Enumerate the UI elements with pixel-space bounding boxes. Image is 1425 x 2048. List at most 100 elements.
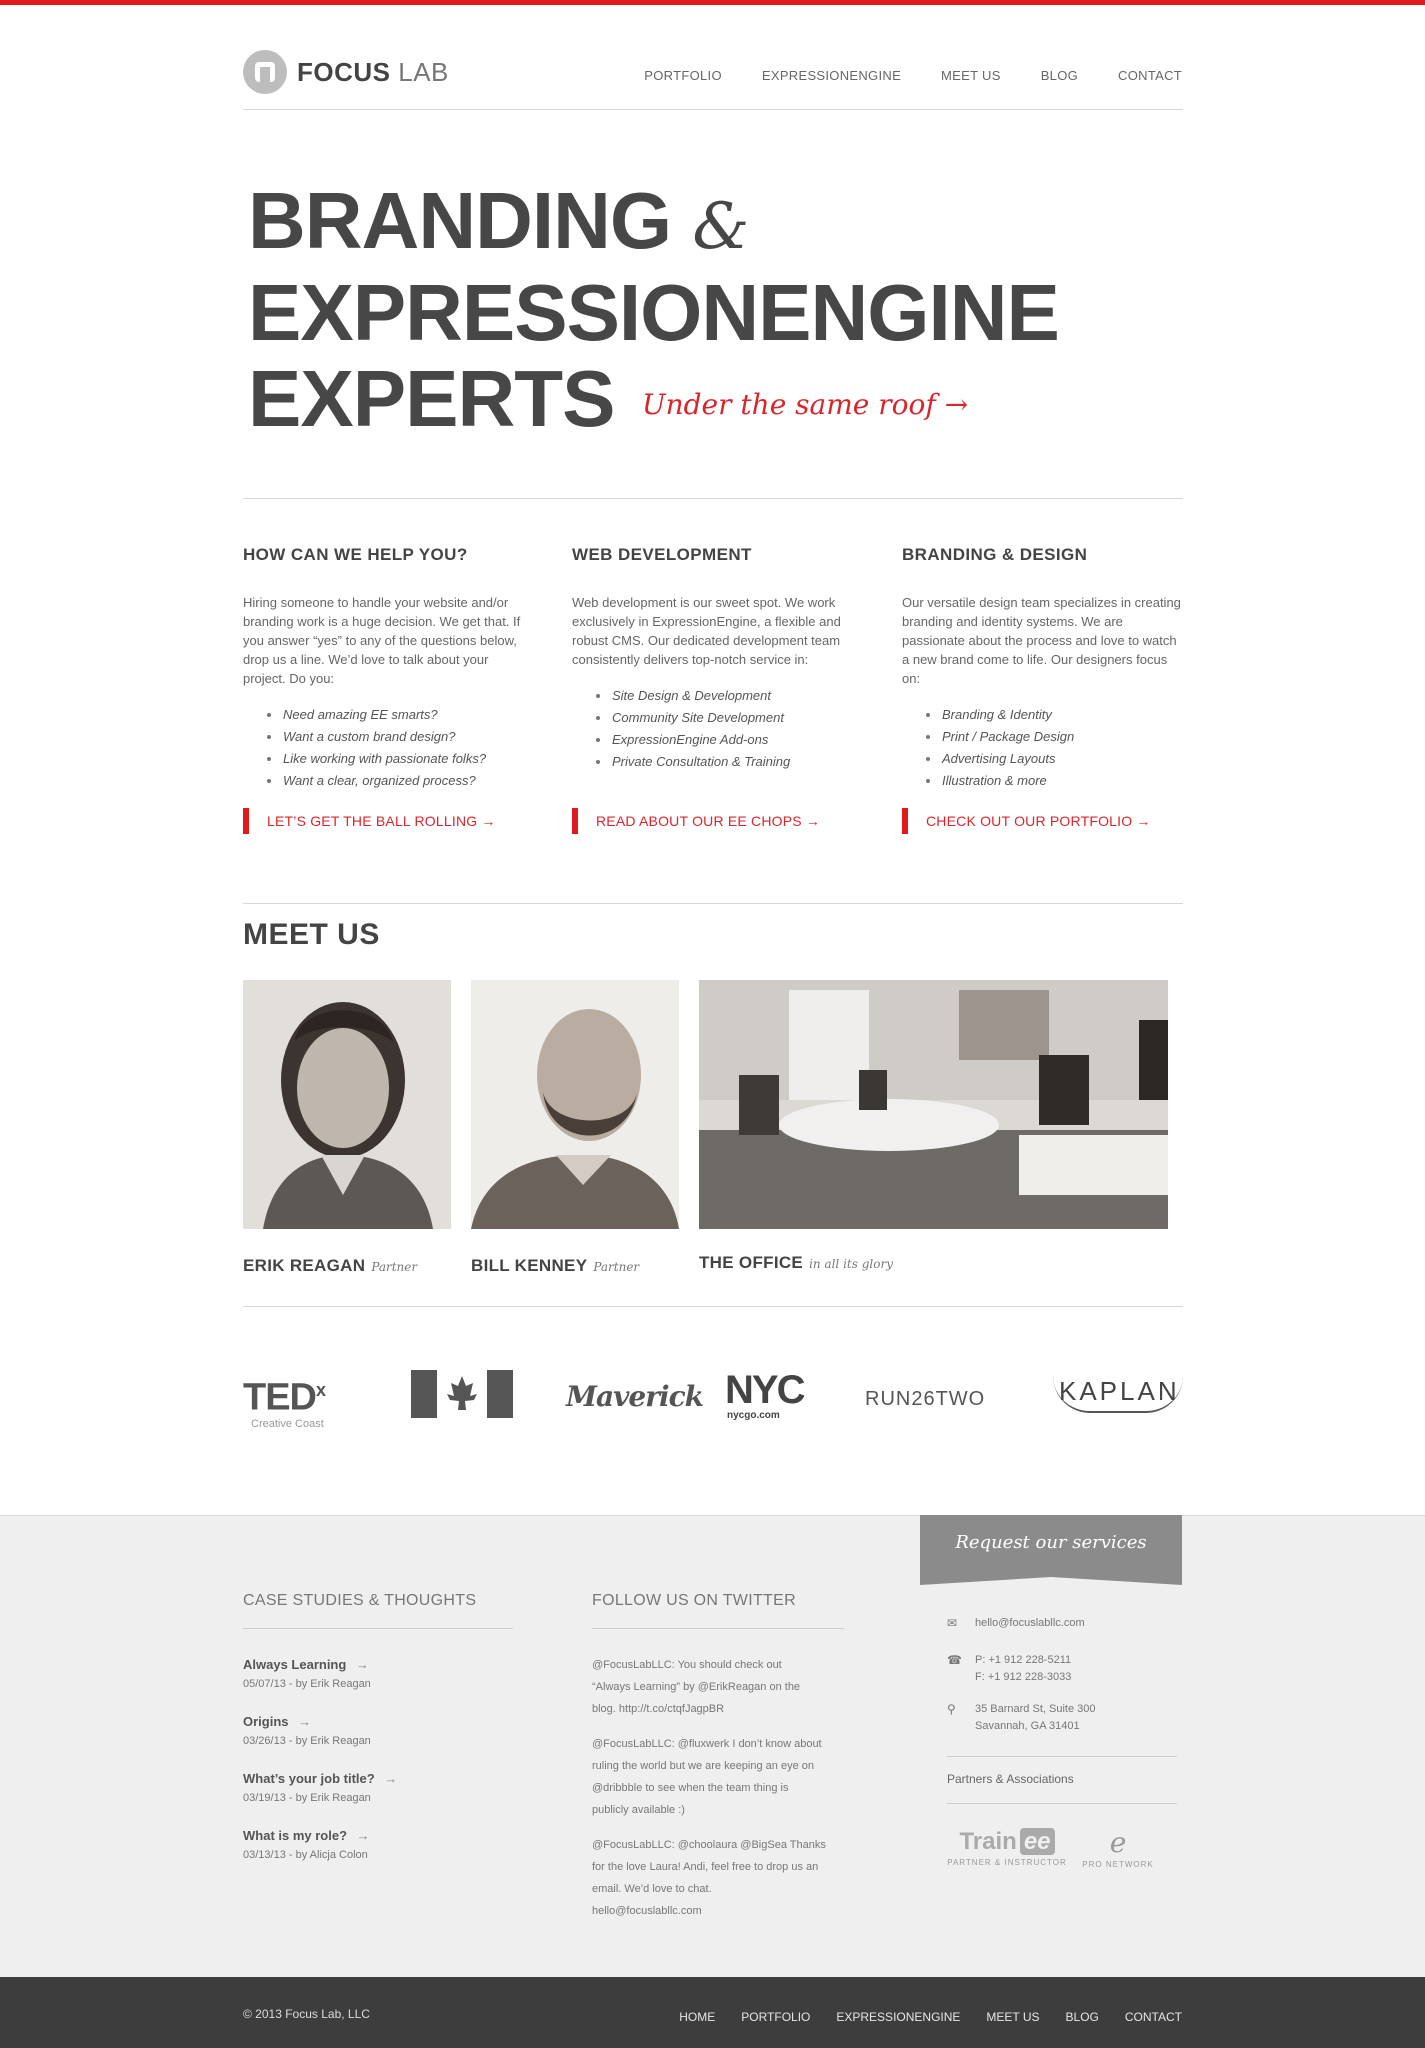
partners-title: Partners & Associations <box>947 1772 1074 1786</box>
person-name: ERIK REAGAN <box>243 1256 366 1275</box>
footer-nav: HOME PORTFOLIO EXPRESSIONENGINE MEET US … <box>679 2010 1182 2024</box>
twitter-title: FOLLOW US ON TWITTER <box>592 1592 796 1609</box>
list-item: ExpressionEngine Add-ons <box>596 729 852 751</box>
post-item[interactable]: What’s your job title? 03/19/13 - by Eri… <box>243 1771 397 1804</box>
list-item: Need amazing EE smarts? <box>267 704 523 726</box>
top-accent-bar <box>0 0 1425 5</box>
client-logos: TEDx Creative Coast Maverick NYC nycgo.c… <box>243 1370 1183 1430</box>
person-name: BILL KENNEY <box>471 1256 588 1275</box>
tweet: @FocusLabLLC: @choolaura @BigSea Thanks … <box>592 1839 826 1917</box>
case-studies-rule <box>243 1628 513 1629</box>
column-title: HOW CAN WE HELP YOU? <box>243 545 468 564</box>
photo-erik-reagan[interactable] <box>243 980 451 1229</box>
column-list: Branding & Identity Print / Package Desi… <box>926 704 1182 792</box>
caption-bill: BILL KENNEY Partner <box>471 1256 639 1276</box>
nav-contact[interactable]: CONTACT <box>1118 68 1182 83</box>
envelope-icon: ✉ <box>947 1616 958 1630</box>
focus-lab-logo[interactable]: FOCUS LAB <box>243 50 449 94</box>
column-title: WEB DEVELOPMENT <box>572 545 752 564</box>
nav-blog[interactable]: BLOG <box>1041 68 1078 83</box>
person-role: Partner <box>371 1260 418 1274</box>
tweet: @FocusLabLLC: You should check out “Alwa… <box>592 1659 801 1715</box>
contact-email[interactable]: ✉ hello@focuslabllc.com <box>947 1615 1085 1632</box>
hero-ampersand: & <box>692 190 749 264</box>
caption-office: THE OFFICE in all its glory <box>699 1253 893 1273</box>
office-caption: in all its glory <box>809 1257 893 1271</box>
list-item: Branding & Identity <box>926 704 1182 726</box>
column-title: BRANDING & DESIGN <box>902 545 1088 564</box>
post-meta: 03/19/13 - by Erik Reagan <box>243 1792 371 1804</box>
request-services-button[interactable]: Request our services <box>920 1515 1182 1585</box>
pro-network-badge[interactable]: e PRO NETWORK <box>1078 1828 1158 1870</box>
caption-erik: ERIK REAGAN Partner <box>243 1256 417 1276</box>
post-item[interactable]: Always Learning 05/07/13 - by Erik Reaga… <box>243 1657 371 1690</box>
footer-nav-contact[interactable]: CONTACT <box>1125 2010 1182 2024</box>
list-item: Community Site Development <box>596 707 852 729</box>
phone-icon: ☎ <box>947 1653 962 1667</box>
footer-nav-home[interactable]: HOME <box>679 2010 715 2024</box>
post-item[interactable]: Origins 03/26/13 - by Erik Reagan <box>243 1714 371 1747</box>
photo-the-office[interactable] <box>699 980 1168 1229</box>
footer-nav-meet-us[interactable]: MEET US <box>986 2010 1039 2024</box>
map-pin-icon: ⚲ <box>947 1702 956 1716</box>
copyright: © 2013 Focus Lab, LLC <box>243 2007 370 2021</box>
list-item: Want a custom brand design? <box>267 726 523 748</box>
meet-divider <box>243 903 1183 904</box>
footer-nav-portfolio[interactable]: PORTFOLIO <box>741 2010 810 2024</box>
train-ee-badge[interactable]: Train ee PARTNER & INSTRUCTOR <box>947 1828 1067 1867</box>
client-canada-flag-logo <box>411 1370 513 1430</box>
post-title[interactable]: Origins <box>243 1714 371 1729</box>
header-divider <box>243 109 1183 110</box>
twitter-rule <box>592 1628 844 1629</box>
cta-portfolio[interactable]: CHECK OUT OUR PORTFOLIO → <box>902 808 1151 834</box>
client-run26two-logo: RUN26TWO <box>865 1388 986 1410</box>
list-item: Advertising Layouts <box>926 748 1182 770</box>
footer-nav-blog[interactable]: BLOG <box>1066 2010 1099 2024</box>
nav-meet-us[interactable]: MEET US <box>941 68 1001 83</box>
nav-portfolio[interactable]: PORTFOLIO <box>644 68 722 83</box>
list-item: Illustration & more <box>926 770 1182 792</box>
column-text: Web development is our sweet spot. We wo… <box>572 595 841 667</box>
cta-ee-chops[interactable]: READ ABOUT OUR EE CHOPS → <box>572 808 820 834</box>
column-list: Site Design & Development Community Site… <box>596 685 852 773</box>
post-title[interactable]: Always Learning <box>243 1657 371 1672</box>
office-name: THE OFFICE <box>699 1253 804 1272</box>
post-title[interactable]: What’s your job title? <box>243 1771 397 1786</box>
list-item: Want a clear, organized process? <box>267 770 523 792</box>
nav-expressionengine[interactable]: EXPRESSIONENGINE <box>762 68 901 83</box>
clients-divider <box>243 1306 1183 1307</box>
list-item: Private Consultation & Training <box>596 751 852 773</box>
column-branding-design: BRANDING & DESIGN Our versatile design t… <box>902 545 1182 834</box>
column-list: Need amazing EE smarts? Want a custom br… <box>267 704 523 792</box>
contact-divider <box>947 1756 1177 1757</box>
cta-ball-rolling[interactable]: LET’S GET THE BALL ROLLING → <box>243 808 496 834</box>
column-help: HOW CAN WE HELP YOU? Hiring someone to h… <box>243 545 523 834</box>
column-text: Hiring someone to handle your website an… <box>243 595 521 686</box>
logo-text: FOCUS LAB <box>297 56 449 87</box>
client-maverick-logo: Maverick <box>566 1380 704 1413</box>
partners-divider <box>947 1803 1177 1804</box>
column-web-development: WEB DEVELOPMENT Web development is our s… <box>572 545 852 834</box>
hero-tagline-link[interactable]: Under the same roof → <box>642 388 968 421</box>
post-meta: 05/07/13 - by Erik Reagan <box>243 1678 371 1690</box>
post-meta: 03/26/13 - by Erik Reagan <box>243 1735 371 1747</box>
column-text: Our versatile design team specializes in… <box>902 595 1181 686</box>
hero-line-2: EXPRESSIONENGINE <box>248 268 1060 357</box>
post-meta: 03/13/13 - by Alicja Colon <box>243 1849 368 1861</box>
hero-line-1: BRANDING <box>248 176 672 265</box>
main-nav: PORTFOLIO EXPRESSIONENGINE MEET US BLOG … <box>644 68 1182 83</box>
case-studies-title: CASE STUDIES & THOUGHTS <box>243 1592 477 1609</box>
client-nyc-logo: NYC nycgo.com <box>725 1368 805 1421</box>
contact-address: ⚲ 35 Barnard St, Suite 300 Savannah, GA 3… <box>947 1701 1095 1735</box>
post-item[interactable]: What is my role? 03/13/13 - by Alicja Co… <box>243 1828 370 1861</box>
photo-bill-kenney[interactable] <box>471 980 679 1229</box>
hero-divider <box>243 498 1183 499</box>
footer-nav-expressionengine[interactable]: EXPRESSIONENGINE <box>836 2010 960 2024</box>
meet-us-title: MEET US <box>243 918 380 951</box>
tweet: @FocusLabLLC: @fluxwerk I don’t know abo… <box>592 1738 822 1816</box>
logo-mark-icon <box>243 50 287 94</box>
client-kaplan-logo: KAPLAN <box>1053 1370 1183 1430</box>
list-item: Site Design & Development <box>596 685 852 707</box>
post-title[interactable]: What is my role? <box>243 1828 370 1843</box>
client-ted-logo: TEDx Creative Coast <box>243 1376 326 1430</box>
